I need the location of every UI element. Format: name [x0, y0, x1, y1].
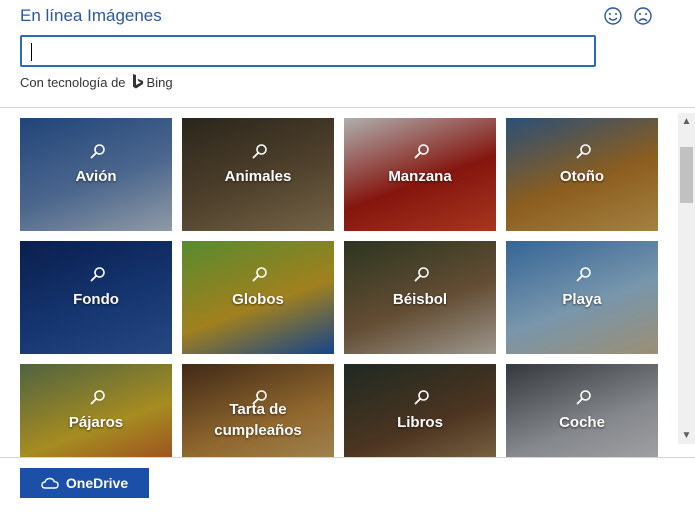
- search-icon: [90, 267, 105, 282]
- category-label: Tarta de cumpleaños: [182, 399, 334, 441]
- category-label: Fondo: [73, 291, 119, 308]
- top-divider: [0, 107, 695, 108]
- bing-icon: [132, 74, 143, 89]
- category-label: Coche: [559, 414, 605, 431]
- bing-logo: Bing: [132, 74, 173, 90]
- search-box: [20, 35, 596, 67]
- smile-icon[interactable]: [603, 6, 623, 26]
- thumbnail-overlay: [20, 364, 172, 457]
- category-label: Avión: [75, 168, 117, 185]
- onedrive-label: OneDrive: [65, 475, 129, 491]
- category-tile[interactable]: Coche: [506, 364, 658, 457]
- category-label: Manzana: [388, 168, 452, 185]
- scroll-down-arrow-icon[interactable]: ▼: [678, 427, 695, 444]
- powered-by: Con tecnología de Bing: [20, 74, 173, 90]
- feedback-bar: [603, 6, 653, 26]
- thumbnail-overlay: [506, 364, 658, 457]
- bottom-divider: [0, 457, 695, 458]
- category-tile[interactable]: Béisbol: [344, 241, 496, 354]
- search-icon: [576, 267, 591, 282]
- category-label: Béisbol: [392, 291, 448, 308]
- frown-icon[interactable]: [633, 6, 653, 26]
- scroll-thumb[interactable]: [680, 147, 693, 203]
- category-tile[interactable]: Fondo: [20, 241, 172, 354]
- category-tile[interactable]: Globos: [182, 241, 334, 354]
- search-icon: [90, 144, 105, 159]
- search-icon: [576, 390, 591, 405]
- category-label: Playa: [562, 291, 602, 308]
- category-label: Globos: [232, 291, 284, 308]
- cloud-icon: [41, 477, 59, 489]
- search-icon: [414, 390, 429, 405]
- category-tile[interactable]: Playa: [506, 241, 658, 354]
- search-icon: [414, 267, 429, 282]
- onedrive-button[interactable]: OneDrive: [20, 468, 149, 498]
- category-tile[interactable]: Otoño: [506, 118, 658, 231]
- search-icon: [252, 267, 267, 282]
- search-icon: [576, 144, 591, 159]
- page-title: En línea Imágenes: [20, 6, 162, 25]
- search-icon: [252, 144, 267, 159]
- search-icon: [90, 390, 105, 405]
- category-label: Otoño: [559, 168, 605, 185]
- category-tile[interactable]: Manzana: [344, 118, 496, 231]
- category-label: Libros: [397, 414, 443, 431]
- category-tile[interactable]: Libros: [344, 364, 496, 457]
- category-tile[interactable]: Avión: [20, 118, 172, 231]
- category-label-line: Tarta de: [229, 401, 287, 418]
- vertical-scrollbar[interactable]: ▲ ▼: [678, 113, 695, 444]
- category-tile[interactable]: Pájaros: [20, 364, 172, 457]
- powered-by-text: Con tecnología de: [20, 74, 126, 90]
- image-category-grid: Avión Animales Manzana Otoño Fondo Globos Béis…: [20, 118, 660, 457]
- search-input[interactable]: [22, 37, 594, 65]
- text-caret: [31, 43, 32, 61]
- scroll-up-arrow-icon[interactable]: ▲: [678, 113, 695, 130]
- category-tile[interactable]: Animales: [182, 118, 334, 231]
- category-label: Pájaros: [68, 414, 124, 431]
- category-label-line: cumpleaños: [214, 422, 302, 439]
- bing-brand-text: Bing: [146, 74, 173, 90]
- search-icon: [414, 144, 429, 159]
- thumbnail-overlay: [344, 364, 496, 457]
- category-tile[interactable]: Tarta de cumpleaños: [182, 364, 334, 457]
- category-label: Animales: [224, 168, 292, 185]
